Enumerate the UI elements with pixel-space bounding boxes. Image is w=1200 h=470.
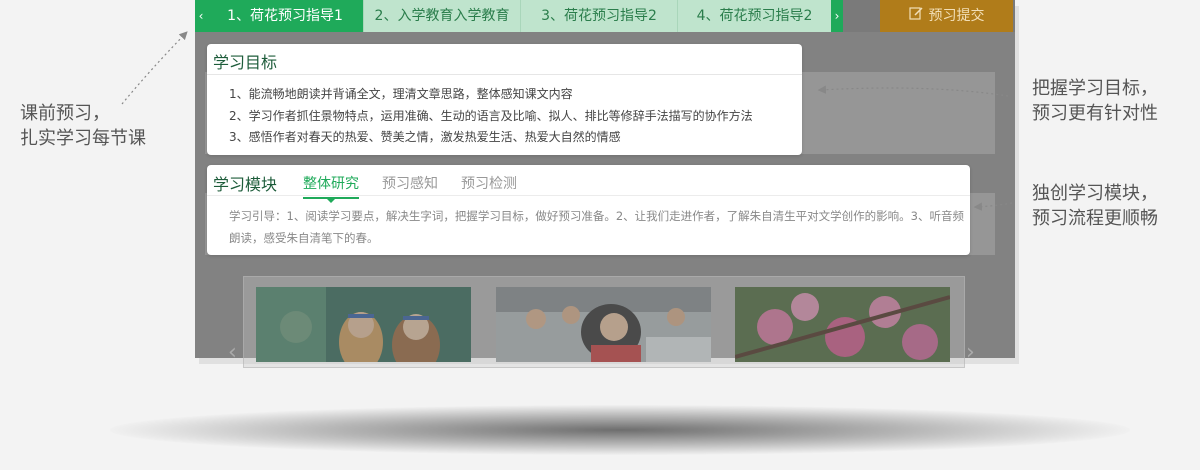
annotation-arrows <box>121 31 1013 211</box>
